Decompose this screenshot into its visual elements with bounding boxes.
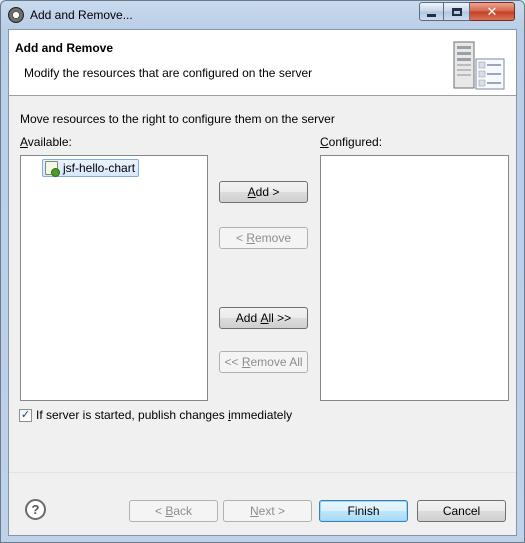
close-icon: ✕ [486,4,498,19]
help-icon[interactable]: ? [25,499,46,520]
add-all-button[interactable]: Add All >> [219,307,308,329]
maximize-icon [451,7,462,16]
publish-checkbox-row[interactable]: ✓ If server is started, publish changes … [19,408,292,422]
configured-list[interactable] [320,155,509,401]
next-button[interactable]: Next > [223,500,312,522]
remove-all-button[interactable]: << Remove All [219,351,308,373]
minimize-button[interactable] [419,2,444,21]
configured-label: Configured: [320,135,383,149]
dialog-window: Add and Remove... ✕ Add and Remove Modif… [0,0,525,543]
dialog-body: Add and Remove Modify the resources that… [8,29,517,536]
footer-separator [9,472,516,473]
available-list[interactable]: jsf-hello-chart [20,155,208,401]
publish-checkbox[interactable]: ✓ [19,408,32,422]
title-bar[interactable]: Add and Remove... ✕ [1,1,524,29]
page-title: Add and Remove [15,41,114,55]
wizard-banner: Add and Remove Modify the resources that… [9,30,516,96]
window-title: Add and Remove... [30,8,133,22]
add-button[interactable]: Add > [219,181,308,203]
list-item-label: jsf-hello-chart [63,161,136,175]
minimize-icon [427,13,436,17]
finish-button[interactable]: Finish [319,500,408,522]
maximize-button[interactable] [444,2,470,21]
list-item[interactable]: jsf-hello-chart [42,159,140,177]
cancel-button[interactable]: Cancel [417,500,506,522]
available-label: Available: [20,135,72,149]
page-description: Modify the resources that are configured… [24,66,313,80]
eclipse-icon[interactable] [8,7,24,23]
publish-checkbox-label: If server is started, publish changes im… [36,408,293,422]
server-icon [453,41,505,90]
back-button[interactable]: < Back [129,500,218,522]
instruction-text: Move resources to the right to configure… [20,112,335,126]
web-project-icon [45,161,60,177]
close-button[interactable]: ✕ [470,2,515,21]
remove-button[interactable]: < Remove [219,227,308,249]
